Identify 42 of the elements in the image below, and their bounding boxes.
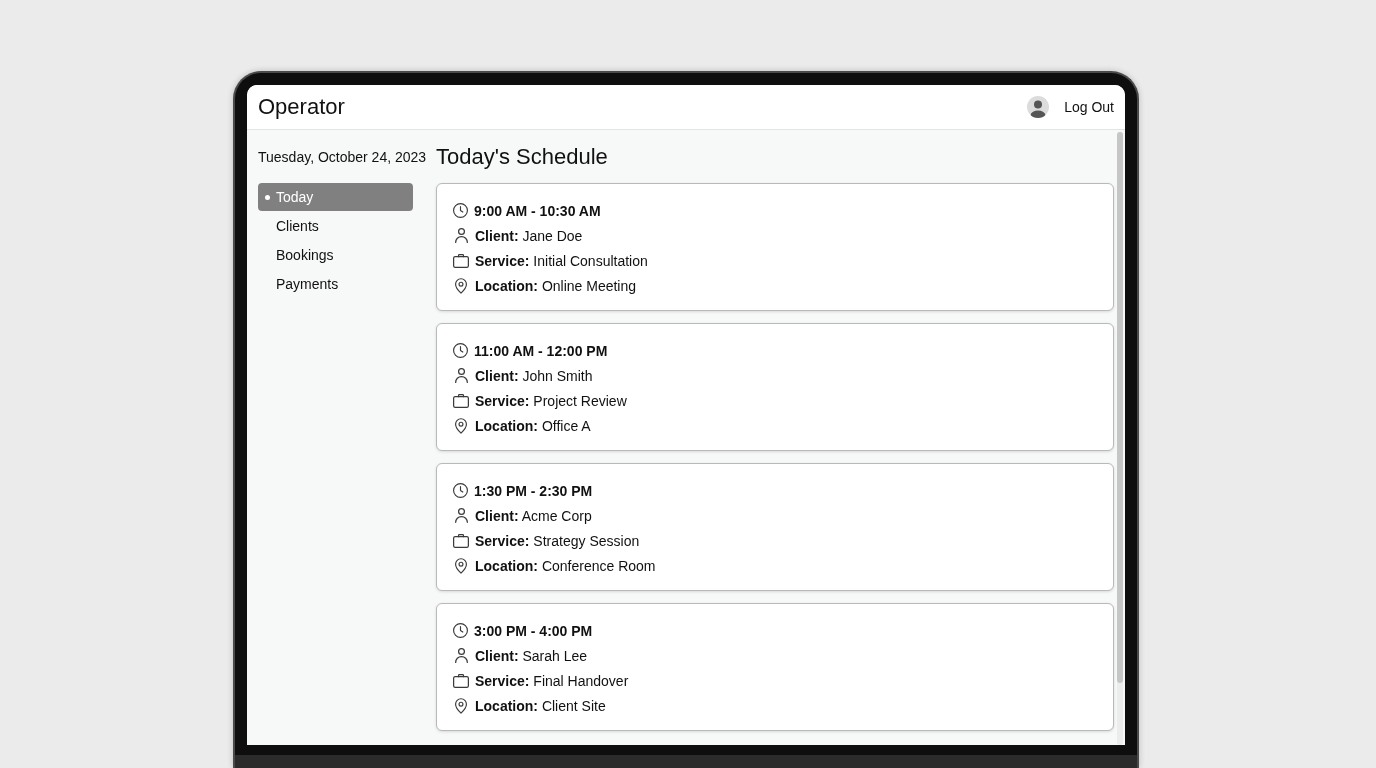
time-range: 9:00 AM - 10:30 AM (474, 201, 601, 221)
nav-item[interactable]: Today (258, 183, 413, 211)
nav-item[interactable]: Clients (258, 212, 413, 240)
briefcase-icon (453, 533, 469, 548)
person-icon (454, 228, 468, 243)
detail-text: Service: Final Handover (475, 671, 629, 691)
detail-text: Location: Online Meeting (475, 276, 637, 296)
avatar-icon (1027, 96, 1050, 118)
time-range: 3:00 PM - 4:00 PM (474, 621, 593, 641)
time-range: 1:30 PM - 2:30 PM (474, 481, 593, 501)
detail-text: Client: John Smith (475, 366, 593, 386)
person-icon (454, 648, 468, 663)
nav-item[interactable]: Bookings (258, 241, 413, 269)
detail-text: Service: Initial Consultation (475, 251, 648, 271)
briefcase-icon (453, 393, 469, 408)
detail-text: Location: Client Site (475, 696, 606, 716)
detail-text: Location: Conference Room (475, 556, 656, 576)
nav-item[interactable]: Payments (258, 270, 413, 298)
app-title: Operator (258, 93, 345, 121)
clock-icon (453, 623, 468, 638)
logout-button[interactable]: Log Out (1064, 97, 1114, 117)
detail-text: Client: Jane Doe (475, 226, 583, 246)
briefcase-icon (453, 253, 469, 268)
detail-text: Service: Project Review (475, 391, 627, 411)
clock-icon (453, 483, 468, 498)
time-range: 11:00 AM - 12:00 PM (474, 341, 608, 361)
bullet-icon (265, 194, 270, 200)
detail-text: Client: Sarah Lee (475, 646, 588, 666)
clock-icon (453, 203, 468, 218)
map-pin-icon (455, 417, 467, 434)
person-icon (454, 508, 468, 523)
detail-text: Client: Acme Corp (475, 506, 592, 526)
detail-text: Service: Strategy Session (475, 531, 640, 551)
map-pin-icon (455, 557, 467, 574)
map-pin-icon (455, 277, 467, 294)
map-pin-icon (455, 697, 467, 714)
briefcase-icon (453, 673, 469, 688)
date-label: Tuesday, October 24, 2023 (258, 148, 427, 167)
clock-icon (453, 343, 468, 358)
person-icon (454, 368, 468, 383)
detail-text: Location: Office A (475, 416, 591, 436)
page-heading: Today's Schedule (436, 143, 608, 171)
